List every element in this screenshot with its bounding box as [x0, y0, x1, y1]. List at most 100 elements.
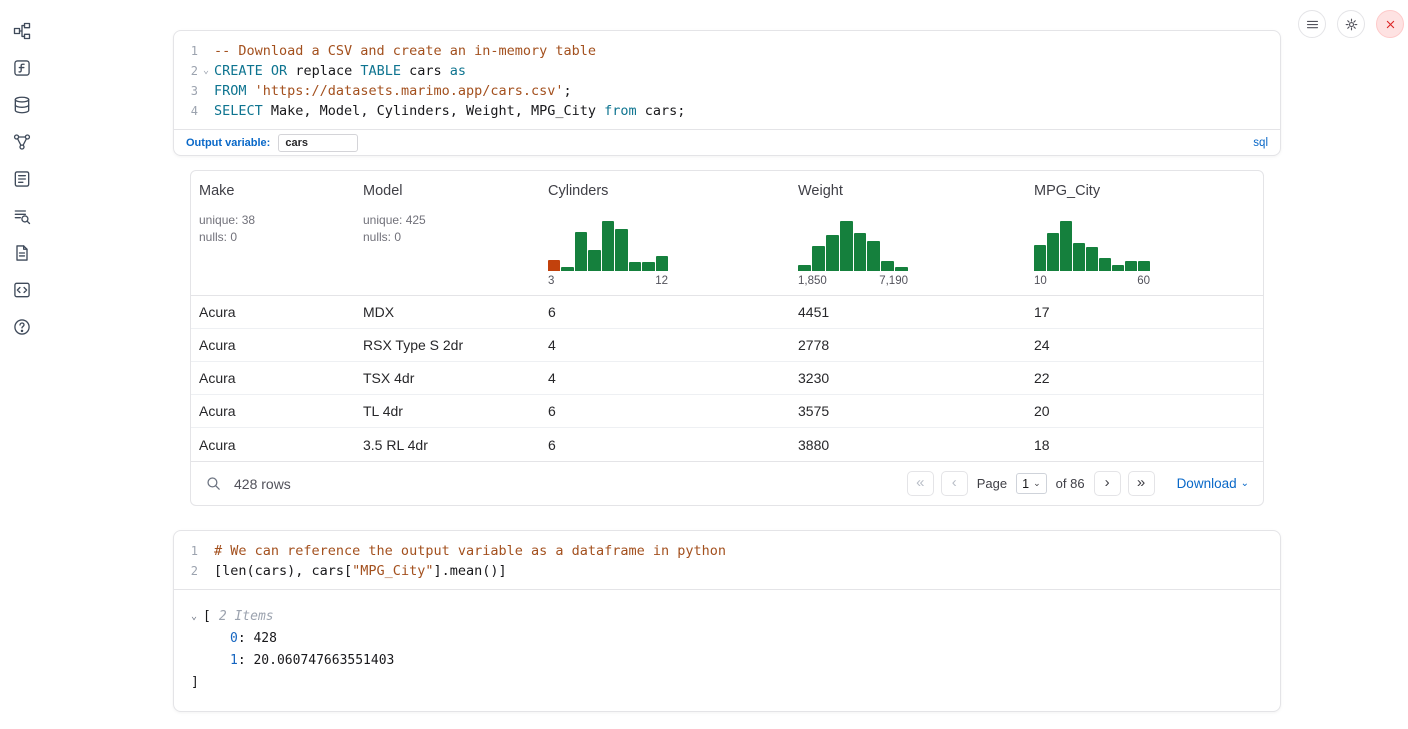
file-tree-icon[interactable]: [12, 20, 33, 41]
table-header: Makeunique: 38nulls: 0 Model unique: 425nu…: [191, 171, 1263, 296]
sql-cell[interactable]: 1-- Download a CSV and create an in-memo…: [173, 30, 1281, 156]
database-icon[interactable]: [12, 94, 33, 115]
output-variable-input[interactable]: [278, 134, 358, 152]
table-cell: 6: [540, 403, 790, 419]
histogram-bar: [1047, 233, 1059, 271]
column-label: Make: [199, 183, 347, 199]
histogram-bar: [656, 256, 668, 271]
logs-icon[interactable]: [12, 205, 33, 226]
python-cell[interactable]: 1# We can reference the output variable …: [173, 530, 1281, 712]
table-cell: 6: [540, 304, 790, 320]
chevron-down-icon: ⌄: [1241, 478, 1249, 489]
shutdown-button[interactable]: [1376, 10, 1404, 38]
table-cell: TL 4dr: [355, 403, 540, 419]
output-list-item: 0: 428: [191, 628, 1280, 650]
column-label: Weight: [798, 183, 1018, 199]
first-page-button[interactable]: «: [907, 471, 934, 496]
column-label: Model: [363, 183, 532, 199]
page-select-value: 1: [1022, 477, 1029, 491]
menu-button[interactable]: [1298, 10, 1326, 38]
column-stats: unique: 425nulls: 0: [363, 212, 532, 246]
code-line[interactable]: 2⌄CREATE OR replace TABLE cars as: [174, 61, 1280, 81]
download-label: Download: [1177, 476, 1237, 491]
open-bracket: [: [203, 606, 211, 628]
dependency-graph-icon[interactable]: [12, 131, 33, 152]
page-label: Page: [977, 476, 1007, 491]
py-code[interactable]: 1# We can reference the output variable …: [174, 531, 1280, 589]
collapse-chevron-icon[interactable]: ⌄: [191, 606, 203, 628]
table-row[interactable]: AcuraTL 4dr6357520: [191, 395, 1263, 428]
column-header[interactable]: Cylinders312: [540, 171, 790, 295]
line-number: 2: [174, 561, 198, 581]
table-row[interactable]: AcuraTSX 4dr4323022: [191, 362, 1263, 395]
column-histogram[interactable]: 1060: [1034, 219, 1150, 287]
code-line[interactable]: 2[len(cars), cars["MPG_City"].mean()]: [174, 561, 1280, 581]
topbar-controls: [1298, 10, 1404, 38]
last-page-button[interactable]: »: [1128, 471, 1155, 496]
histogram-bar: [1060, 221, 1072, 271]
column-histogram[interactable]: 312: [548, 219, 668, 287]
histogram-bar: [798, 265, 811, 271]
column-header[interactable]: Makeunique: 38nulls: 0: [191, 171, 355, 295]
column-header[interactable]: MPG_City1060: [1026, 171, 1263, 295]
settings-button[interactable]: [1337, 10, 1365, 38]
histogram-bar: [615, 229, 627, 271]
documentation-icon[interactable]: [12, 242, 33, 263]
next-page-icon: ›: [1105, 475, 1110, 490]
search-icon[interactable]: [205, 475, 223, 493]
prev-page-button[interactable]: ‹: [941, 471, 968, 496]
next-page-button[interactable]: ›: [1094, 471, 1121, 496]
prev-page-icon: ‹: [952, 475, 957, 490]
table-cell: 4: [540, 370, 790, 386]
download-button[interactable]: Download ⌄: [1177, 476, 1249, 491]
table-row[interactable]: Acura3.5 RL 4dr6388018: [191, 428, 1263, 461]
column-histogram[interactable]: 1,8507,190: [798, 219, 908, 287]
histogram-bar: [561, 267, 573, 271]
code-line[interactable]: 1-- Download a CSV and create an in-memo…: [174, 41, 1280, 61]
functions-icon[interactable]: [12, 57, 33, 78]
histogram-bar: [854, 233, 867, 271]
histogram-bar: [602, 221, 614, 271]
histogram-bar: [1086, 247, 1098, 271]
scratchpad-icon[interactable]: [12, 168, 33, 189]
marimo-notebook: 1-- Download a CSV and create an in-memo…: [0, 0, 1408, 729]
first-page-icon: «: [916, 475, 924, 490]
settings-gear-icon: [1344, 17, 1359, 32]
sql-code[interactable]: 1-- Download a CSV and create an in-memo…: [174, 31, 1280, 129]
language-badge: sql: [1253, 137, 1268, 149]
histogram-bar: [1138, 261, 1150, 271]
table-cell: Acura: [191, 304, 355, 320]
histogram-bar: [812, 246, 825, 271]
table-cell: 2778: [790, 337, 1026, 353]
histogram-bar: [1112, 265, 1124, 271]
snippets-icon[interactable]: [12, 279, 33, 300]
histogram-bar: [895, 267, 908, 271]
table-cell: MDX: [355, 304, 540, 320]
output-list-item: 1: 20.060747663551403: [191, 650, 1280, 672]
code-line[interactable]: 1# We can reference the output variable …: [174, 541, 1280, 561]
histogram-axis-labels: 312: [548, 275, 668, 287]
line-number: 2: [174, 61, 198, 81]
histogram-bar: [1073, 243, 1085, 271]
sidebar: [8, 20, 36, 337]
table-cell: 3230: [790, 370, 1026, 386]
table-cell: RSX Type S 2dr: [355, 337, 540, 353]
column-header[interactable]: Model unique: 425nulls: 0: [355, 171, 540, 295]
column-header[interactable]: Weight 1,8507,190: [790, 171, 1026, 295]
fold-chevron-icon[interactable]: ⌄: [198, 61, 214, 81]
item-count: 2 Items: [219, 606, 274, 628]
gutter-spacer: [198, 101, 214, 121]
py-output: ⌄ [ 2 Items 0: 4281: 20.060747663551403 …: [174, 590, 1280, 708]
table-row[interactable]: AcuraRSX Type S 2dr4277824: [191, 329, 1263, 362]
page-select[interactable]: 1 ⌄: [1016, 473, 1047, 494]
table-cell: 4: [540, 337, 790, 353]
code-line[interactable]: 3FROM 'https://datasets.marimo.app/cars.…: [174, 81, 1280, 101]
histogram-bar: [588, 250, 600, 271]
help-icon[interactable]: [12, 316, 33, 337]
table-cell: 3880: [790, 437, 1026, 453]
histogram-bar: [881, 261, 894, 271]
table-row[interactable]: AcuraMDX6445117: [191, 296, 1263, 329]
table-cell: 24: [1026, 337, 1263, 353]
code-line[interactable]: 4SELECT Make, Model, Cylinders, Weight, …: [174, 101, 1280, 121]
table-cell: 6: [540, 437, 790, 453]
